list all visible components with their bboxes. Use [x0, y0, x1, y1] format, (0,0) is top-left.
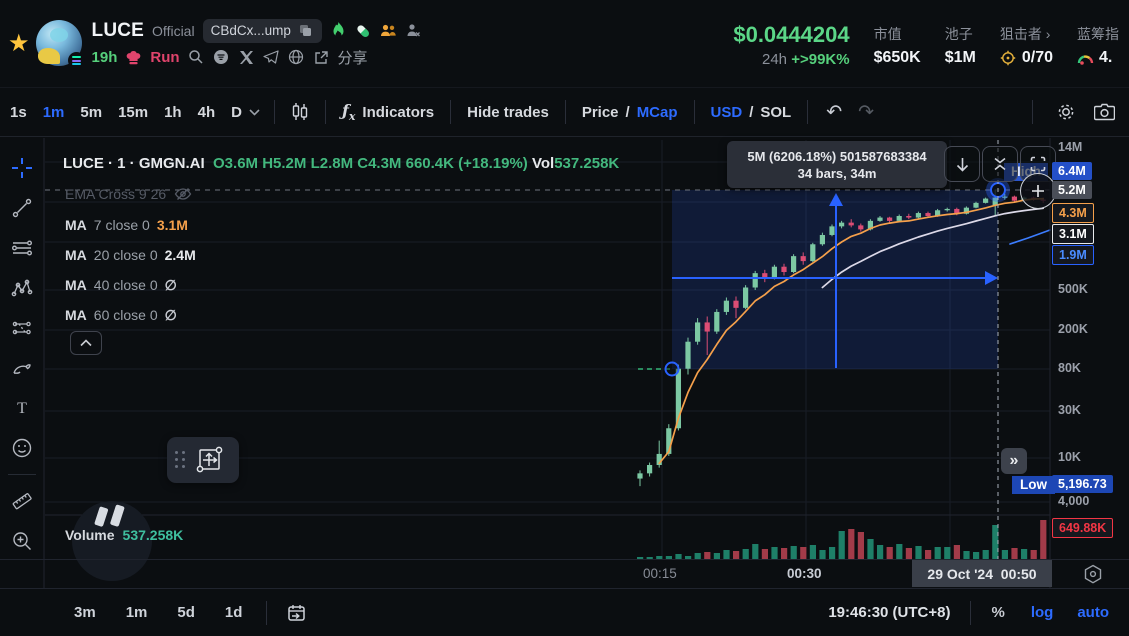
- ema-cross-legend-row[interactable]: EMA Cross 9 26: [65, 186, 192, 202]
- price-badge-6.4M: 6.4M: [1052, 162, 1092, 180]
- legend-symbol: LUCE · 1 · GMGN.AI: [63, 155, 205, 172]
- volume-value: 537.258K: [123, 527, 184, 543]
- measure-tooltip-line2: 34 bars, 34m: [798, 166, 877, 181]
- ma-legend-row-7[interactable]: MA 7 close 0 3.1M: [65, 210, 196, 240]
- price-badge-5,196.73: 5,196.73: [1052, 475, 1113, 493]
- price-badge-3.1M: 3.1M: [1052, 224, 1094, 244]
- ma-params: 7 close 0: [94, 217, 150, 233]
- projection-tool-icon[interactable]: [5, 308, 39, 348]
- ma-name: MA: [65, 277, 87, 293]
- measure-tooltip: 5M (6206.18%) 501587683384 34 bars, 34m: [727, 141, 947, 188]
- legend-change: 660.4K (+18.19%): [406, 155, 528, 172]
- add-alert-plus-button[interactable]: [1020, 173, 1056, 209]
- horizontal-lines-tool-icon[interactable]: [5, 228, 39, 268]
- crosshair-tool-icon[interactable]: [5, 148, 39, 188]
- ma-params: 40 close 0: [94, 277, 158, 293]
- legend-open: O3.6M: [213, 155, 258, 172]
- volume-bars: [637, 520, 1046, 559]
- trend-line-tool-icon[interactable]: [5, 188, 39, 228]
- drag-handle-icon[interactable]: [175, 451, 186, 469]
- ma-params: 60 close 0: [94, 307, 158, 323]
- zoom-in-tool-icon[interactable]: [5, 521, 39, 561]
- collapse-legend-button[interactable]: [70, 331, 102, 355]
- ma-name: MA: [65, 217, 87, 233]
- drawing-floating-toolbar[interactable]: [167, 437, 239, 483]
- text-tool-icon[interactable]: T: [5, 388, 39, 428]
- chart-legend[interactable]: LUCE · 1 · GMGN.AI O3.6M H5.2M L2.8M C4.…: [63, 155, 619, 172]
- price-range-tool-icon[interactable]: [194, 445, 224, 475]
- measure-start-anchor: [666, 363, 679, 376]
- legend-high: H5.2M: [262, 155, 306, 172]
- xabcd-pattern-tool-icon[interactable]: [5, 268, 39, 308]
- ruler-tool-icon[interactable]: [5, 481, 39, 521]
- ma-value: ∅: [165, 307, 177, 324]
- volume-pane-legend[interactable]: Volume 537.258K: [65, 527, 183, 543]
- ma-legend-row-20[interactable]: MA 20 close 0 2.4M: [65, 240, 196, 270]
- legend-vol-value: 537.258K: [554, 155, 619, 172]
- legend-vol-label: Vol: [532, 155, 554, 172]
- crosshair-date-badge: 29 Oct '24 00:50: [912, 560, 1052, 587]
- ma-name: MA: [65, 307, 87, 323]
- drawing-toolbar: T: [0, 138, 44, 588]
- ma-value: ∅: [165, 277, 177, 294]
- gmgn-trading-app: ★ LUCE Official CBdCx...ump: [0, 0, 1129, 636]
- ma-legend-row-40[interactable]: MA 40 close 0 ∅: [65, 270, 196, 300]
- expand-panel-button[interactable]: »: [1001, 448, 1027, 474]
- legend-low: L2.8M: [311, 155, 354, 172]
- eye-off-icon[interactable]: [174, 187, 192, 201]
- emoji-tool-icon[interactable]: [5, 428, 39, 468]
- scale-hexagon-icon[interactable]: [1083, 563, 1103, 585]
- volume-label: Volume: [65, 527, 115, 543]
- ma-legend-rows: MA 7 close 0 3.1M MA 20 close 0 2.4M MA 40 clos…: [65, 210, 196, 330]
- brush-tool-icon[interactable]: [5, 348, 39, 388]
- price-badge-4.3M: 4.3M: [1052, 203, 1094, 223]
- measure-tooltip-line1: 5M (6206.18%) 501587683384: [747, 149, 926, 164]
- price-badge-1.9M: 1.9M: [1052, 245, 1094, 265]
- ma-params: 20 close 0: [94, 247, 158, 263]
- ma-value: 3.1M: [157, 217, 188, 233]
- unfold-collapse-button[interactable]: [982, 146, 1018, 182]
- ma-name: MA: [65, 247, 87, 263]
- ma-value: 2.4M: [165, 247, 196, 263]
- price-badge-5.2M: 5.2M: [1052, 181, 1092, 199]
- scroll-down-button[interactable]: [944, 146, 980, 182]
- ma-legend-row-60[interactable]: MA 60 close 0 ∅: [65, 300, 196, 330]
- legend-close: C4.3M: [357, 155, 401, 172]
- price-badge-649.88K: 649.88K: [1052, 518, 1113, 538]
- low-marker-badge: Low: [1012, 476, 1055, 494]
- svg-text:T: T: [17, 400, 27, 417]
